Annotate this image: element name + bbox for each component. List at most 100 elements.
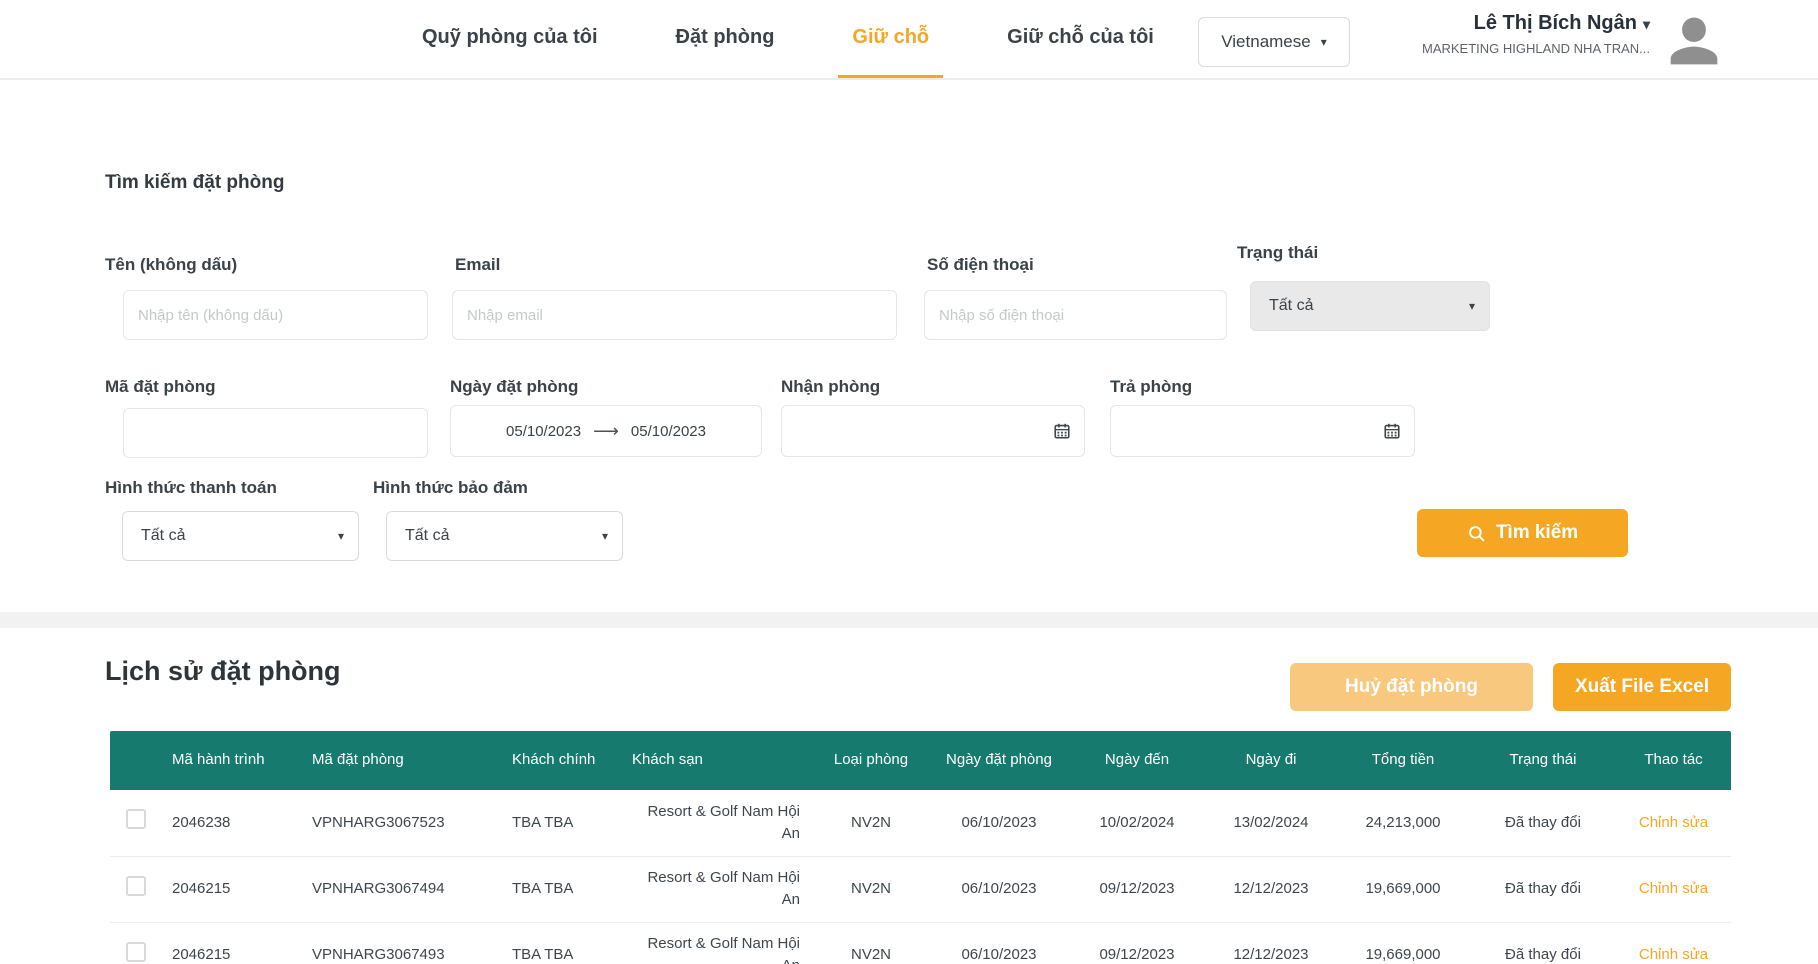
checkin-label: Nhận phòng	[781, 377, 880, 397]
phone-input[interactable]	[924, 290, 1227, 340]
cancel-booking-button[interactable]: Huỷ đặt phòng	[1290, 663, 1533, 711]
column-header: Khách sạn	[622, 731, 812, 790]
status-value: Tất cả	[1269, 297, 1313, 315]
chevron-down-icon: ▾	[1469, 300, 1475, 312]
room-type: NV2N	[812, 922, 930, 964]
room-type: NV2N	[812, 856, 930, 922]
search-button-label: Tìm kiếm	[1496, 522, 1578, 544]
status-select[interactable]: Tất cả ▾	[1250, 281, 1490, 331]
page: Quỹ phòng của tôi Đặt phòng Giữ chỗ Giữ …	[0, 0, 1818, 964]
section-divider	[0, 612, 1818, 628]
email-label: Email	[455, 255, 500, 275]
tab-giu-cho-cua-toi[interactable]: Giữ chỗ của tôi	[993, 0, 1168, 78]
guarantee-select[interactable]: Tất cả ▾	[386, 511, 623, 561]
checkout-input[interactable]	[1110, 405, 1415, 457]
column-header: Thao tác	[1616, 731, 1731, 790]
tab-dat-phong[interactable]: Đặt phòng	[662, 0, 789, 78]
user-organization: MARKETING HIGHLAND NHA TRAN...	[1360, 41, 1650, 56]
booking-code-input[interactable]	[123, 408, 428, 458]
column-header: Ngày đặt phòng	[930, 731, 1068, 790]
arrow-right-icon: ⟶	[593, 421, 619, 442]
booking-table-body: 2046238VPNHARG3067523TBA TBAResort & Gol…	[110, 790, 1731, 964]
tab-quy-phong-cua-toi[interactable]: Quỹ phòng của tôi	[408, 0, 612, 78]
guarantee-label: Hình thức bảo đảm	[373, 478, 528, 498]
table-header-row: Mã hành trìnhMã đặt phòngKhách chínhKhác…	[110, 731, 1731, 790]
export-excel-button[interactable]: Xuất File Excel	[1553, 663, 1731, 711]
main-guest: TBA TBA	[502, 922, 622, 964]
language-value: Vietnamese	[1221, 32, 1310, 52]
edit-link[interactable]: Chỉnh sửa	[1639, 946, 1708, 963]
name-input[interactable]	[123, 290, 428, 340]
chevron-down-icon: ▾	[338, 530, 344, 542]
total-amount: 19,669,000	[1336, 922, 1470, 964]
table-row: 2046215VPNHARG3067493TBA TBAResort & Gol…	[110, 922, 1731, 964]
arrival-date: 10/02/2024	[1068, 790, 1206, 856]
status-text: Đã thay đổi	[1470, 790, 1616, 856]
booking-code-label: Mã đặt phòng	[105, 377, 215, 397]
payment-method-select[interactable]: Tất cả ▾	[122, 511, 359, 561]
row-checkbox[interactable]	[126, 809, 146, 829]
arrival-date: 09/12/2023	[1068, 856, 1206, 922]
search-button[interactable]: Tìm kiếm	[1417, 509, 1628, 557]
avatar[interactable]	[1666, 13, 1722, 69]
itinerary-code: 2046238	[162, 790, 302, 856]
column-header: Mã đặt phòng	[302, 731, 502, 790]
chevron-down-icon: ▾	[1321, 36, 1327, 48]
departure-date: 13/02/2024	[1206, 790, 1336, 856]
row-checkbox[interactable]	[126, 942, 146, 962]
column-header: Mã hành trình	[162, 731, 302, 790]
tab-giu-cho[interactable]: Giữ chỗ	[838, 0, 943, 78]
search-icon	[1467, 524, 1486, 543]
guarantee-value: Tất cả	[405, 527, 449, 545]
hotel-name: Resort & Golf Nam Hội An	[622, 790, 812, 856]
checkin-field	[781, 405, 1085, 457]
phone-label: Số điện thoại	[927, 255, 1034, 275]
booking-date-cell: 06/10/2023	[930, 922, 1068, 964]
booking-code: VPNHARG3067494	[302, 856, 502, 922]
language-selector[interactable]: Vietnamese ▾	[1198, 17, 1350, 67]
name-label: Tên (không dấu)	[105, 255, 237, 275]
email-input[interactable]	[452, 290, 897, 340]
main-guest: TBA TBA	[502, 790, 622, 856]
itinerary-code: 2046215	[162, 922, 302, 964]
booking-date-range[interactable]: 05/10/2023 ⟶ 05/10/2023	[450, 405, 762, 457]
chevron-down-icon: ▾	[602, 530, 608, 542]
top-navigation-bar: Quỹ phòng của tôi Đặt phòng Giữ chỗ Giữ …	[0, 0, 1818, 80]
user-name[interactable]: Lê Thị Bích Ngân▾	[1360, 12, 1650, 35]
column-header: Trạng thái	[1470, 731, 1616, 790]
hotel-name: Resort & Golf Nam Hội An	[622, 922, 812, 964]
edit-link[interactable]: Chỉnh sửa	[1639, 814, 1708, 831]
column-header: Ngày đi	[1206, 731, 1336, 790]
chevron-down-icon: ▾	[1643, 16, 1650, 32]
status-text: Đã thay đổi	[1470, 856, 1616, 922]
booking-date-label: Ngày đặt phòng	[450, 377, 578, 397]
history-title: Lịch sử đặt phòng	[105, 656, 341, 687]
total-amount: 19,669,000	[1336, 856, 1470, 922]
status-label: Trạng thái	[1237, 243, 1318, 263]
booking-date-cell: 06/10/2023	[930, 856, 1068, 922]
room-type: NV2N	[812, 790, 930, 856]
column-header: Tổng tiền	[1336, 731, 1470, 790]
main-guest: TBA TBA	[502, 856, 622, 922]
checkbox-column-header	[110, 731, 162, 790]
departure-date: 12/12/2023	[1206, 922, 1336, 964]
payment-method-value: Tất cả	[141, 527, 185, 545]
column-header: Ngày đến	[1068, 731, 1206, 790]
column-header: Khách chính	[502, 731, 622, 790]
column-header: Loại phòng	[812, 731, 930, 790]
table-row: 2046238VPNHARG3067523TBA TBAResort & Gol…	[110, 790, 1731, 856]
user-avatar-icon	[1666, 13, 1722, 69]
total-amount: 24,213,000	[1336, 790, 1470, 856]
booking-date-cell: 06/10/2023	[930, 790, 1068, 856]
checkin-input[interactable]	[781, 405, 1085, 457]
search-form-title: Tìm kiếm đặt phòng	[105, 172, 284, 194]
checkout-label: Trả phòng	[1110, 377, 1192, 397]
departure-date: 12/12/2023	[1206, 856, 1336, 922]
status-text: Đã thay đổi	[1470, 922, 1616, 964]
hotel-name: Resort & Golf Nam Hội An	[622, 856, 812, 922]
row-checkbox[interactable]	[126, 876, 146, 896]
edit-link[interactable]: Chỉnh sửa	[1639, 880, 1708, 897]
booking-history-table: Mã hành trìnhMã đặt phòngKhách chínhKhác…	[110, 731, 1731, 964]
booking-code: VPNHARG3067523	[302, 790, 502, 856]
table-row: 2046215VPNHARG3067494TBA TBAResort & Gol…	[110, 856, 1731, 922]
